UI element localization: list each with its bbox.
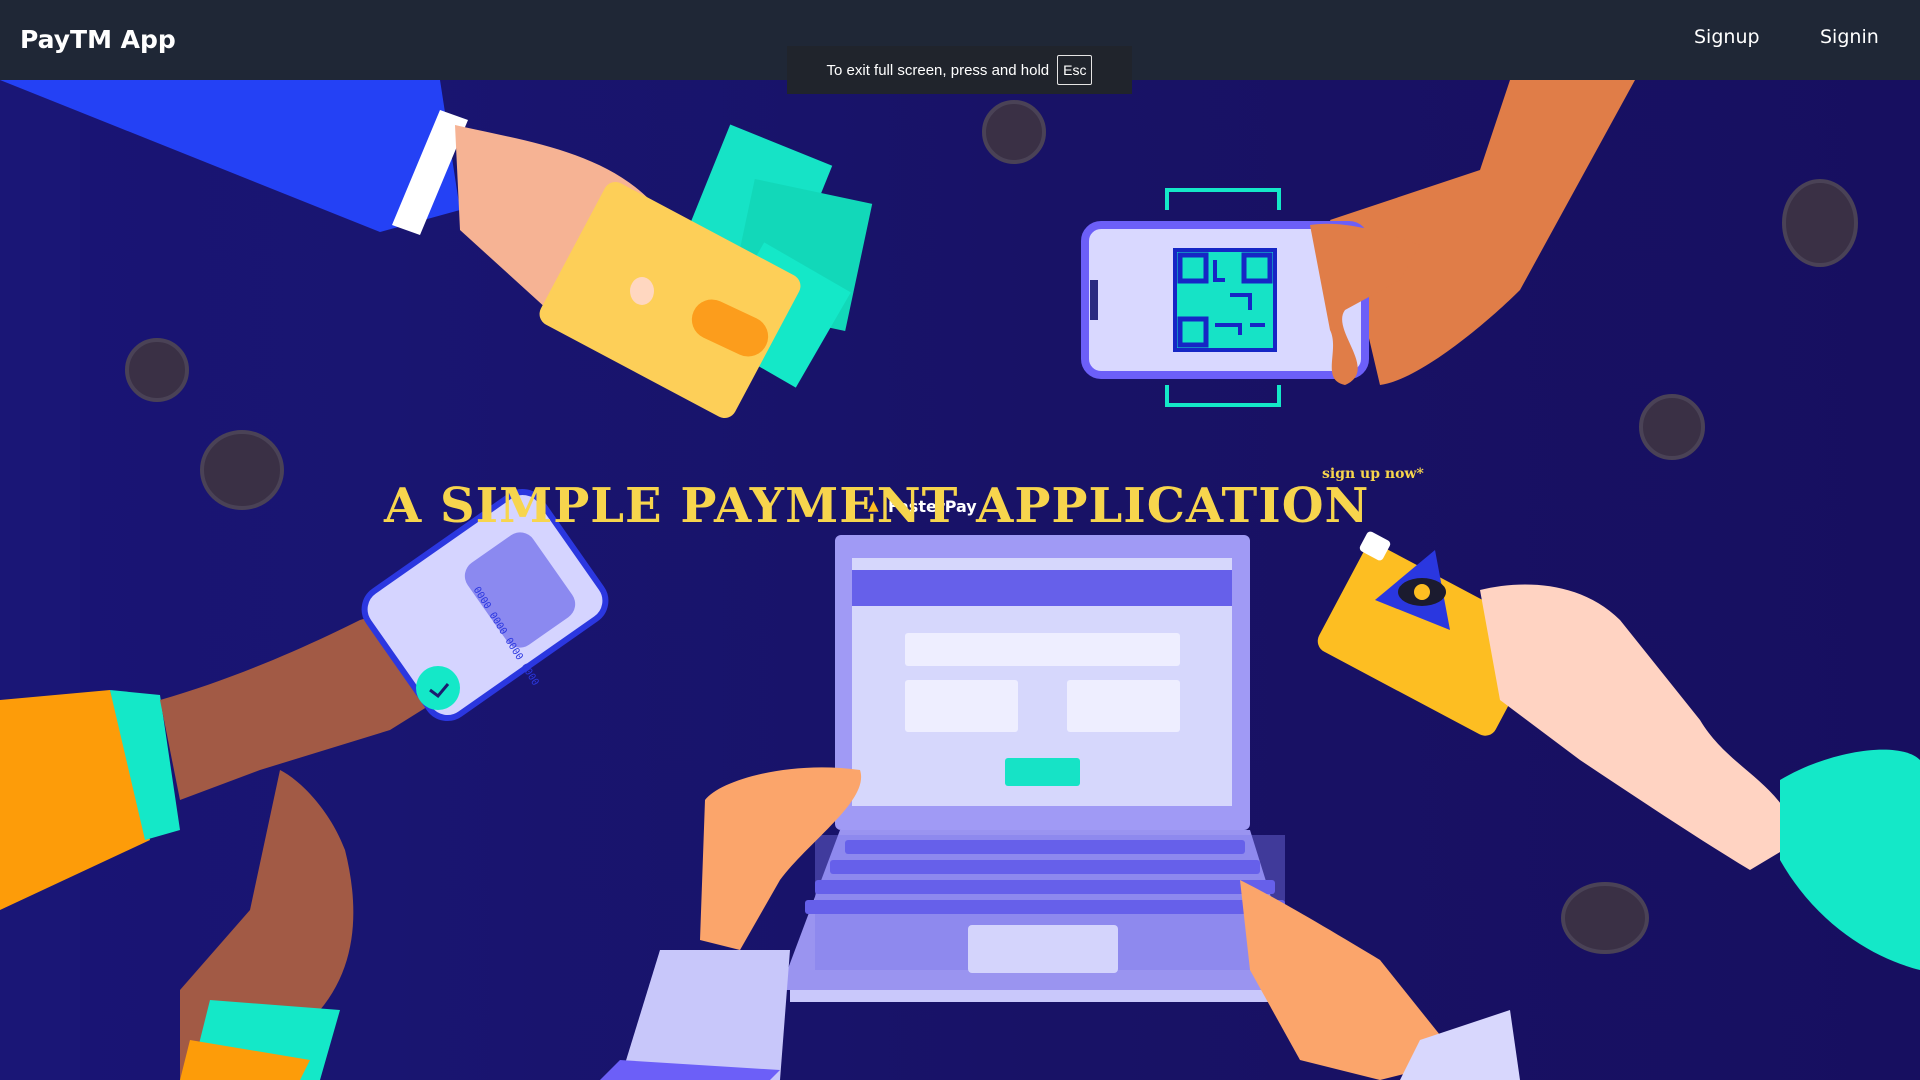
- esc-key-hint: Esc: [1057, 55, 1093, 85]
- hero-illustration: [0, 80, 1920, 1080]
- hero-section: FasterPay ▲ 0000 0000 0000 0000: [0, 80, 1920, 1080]
- signup-link[interactable]: Signup: [1694, 26, 1760, 48]
- fullscreen-exit-toast: To exit full screen, press and hold Esc: [787, 46, 1132, 94]
- brand-logo[interactable]: PayTM App: [20, 25, 176, 54]
- signup-now-link[interactable]: sign up now*: [1322, 466, 1424, 482]
- signin-link[interactable]: Signin: [1820, 26, 1879, 48]
- qr-phone-illustration: [1081, 80, 1635, 407]
- hero-headline: A SIMPLE PAYMENT APPLICATION: [384, 478, 1370, 534]
- toast-message: To exit full screen, press and hold: [826, 61, 1050, 79]
